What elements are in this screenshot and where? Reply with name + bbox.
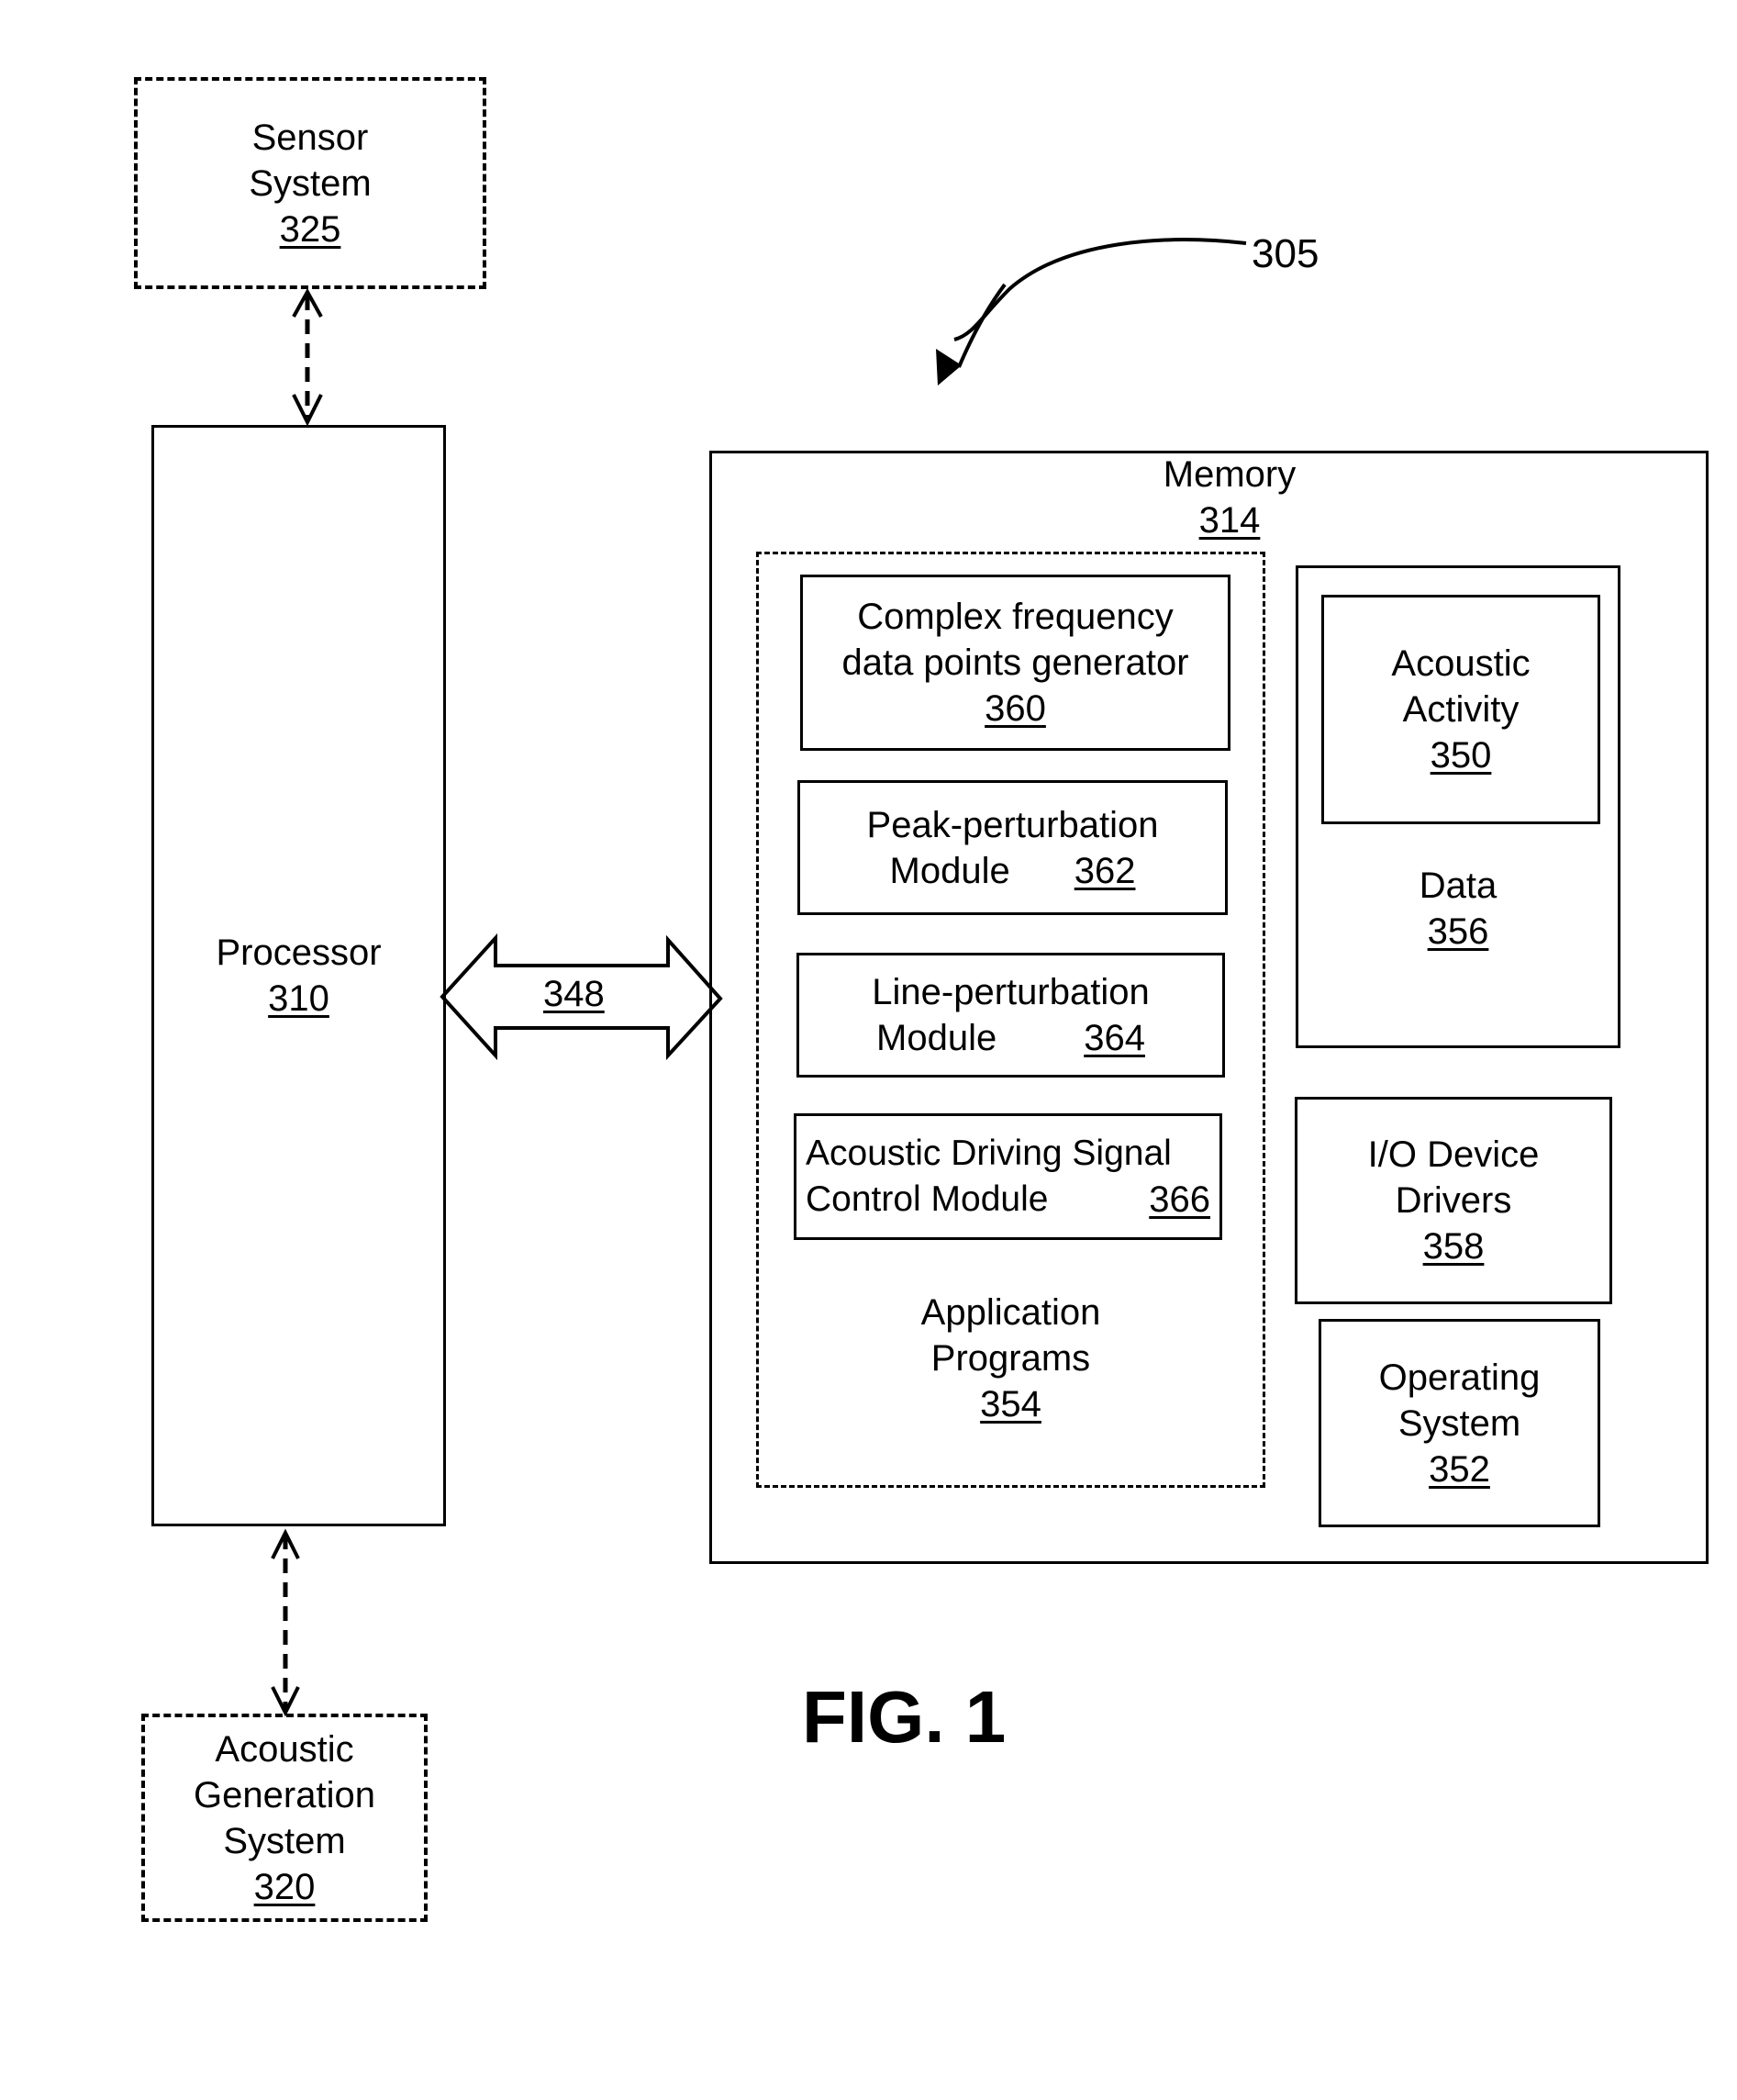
operating-system-block: Operating System 352 (1319, 1319, 1600, 1527)
acoustic-generation-ref: 320 (253, 1866, 316, 1907)
module-362-ref: 362 (1074, 850, 1136, 891)
processor-acoustic-generation-link (271, 1528, 300, 1717)
processor-block: Processor 310 (151, 425, 446, 1526)
application-programs-line2: Programs (930, 1338, 1091, 1379)
module-362-line1: Peak-perturbation (866, 804, 1159, 845)
module-364-ref: 364 (1084, 1018, 1145, 1058)
arrowhead-icon (936, 349, 962, 385)
acoustic-activity-line1: Acoustic (1391, 643, 1531, 684)
acoustic-activity-ref: 350 (1430, 735, 1492, 776)
sensor-system-ref: 325 (279, 208, 341, 250)
module-364-line1: Line-perturbation (872, 972, 1150, 1012)
module-360-ref: 360 (985, 688, 1046, 729)
sensor-system-block: Sensor System 325 (134, 77, 486, 289)
application-programs-title: Application Programs 354 (756, 1290, 1265, 1427)
module-366-line2: Control Module (806, 1179, 1049, 1219)
memory-title: Memory 314 (1138, 452, 1321, 543)
acoustic-activity-line2: Activity (1402, 689, 1520, 730)
sensor-system-line1: Sensor (251, 117, 369, 158)
sensor-system-line2: System (249, 162, 372, 204)
module-line-perturbation: Line-perturbation Module 364 (796, 953, 1225, 1078)
memory-label: Memory (1163, 454, 1297, 495)
acoustic-generation-system-block: Acoustic Generation System 320 (141, 1714, 428, 1922)
data-label: Data (1419, 866, 1498, 906)
module-acoustic-driving-signal-control: Acoustic Driving Signal Control Module 3… (794, 1113, 1222, 1240)
figure-caption: FIG. 1 (802, 1676, 1007, 1758)
io-device-drivers-block: I/O Device Drivers 358 (1295, 1097, 1612, 1304)
system-ref-label: 305 (1252, 231, 1319, 276)
acoustic-activity-block: Acoustic Activity 350 (1321, 595, 1600, 824)
bus-ref: 348 (543, 974, 605, 1014)
module-362-row: Module 362 (890, 848, 1136, 894)
module-362-line2: Module (889, 850, 1010, 891)
acoustic-generation-line2: Generation (194, 1774, 375, 1815)
module-complex-frequency-generator: Complex frequency data points generator … (800, 575, 1230, 751)
module-364-row: Module 364 (876, 1015, 1145, 1061)
module-peak-perturbation: Peak-perturbation Module 362 (797, 780, 1228, 915)
operating-system-line2: System (1397, 1402, 1521, 1444)
processor-ref: 310 (268, 978, 329, 1019)
module-366-ref: 366 (1149, 1179, 1210, 1220)
operating-system-ref: 352 (1429, 1448, 1490, 1490)
module-366-row: Control Module 366 (796, 1177, 1219, 1223)
module-364-line2: Module (876, 1018, 997, 1058)
module-366-line1: Acoustic Driving Signal (806, 1134, 1172, 1173)
processor-label: Processor (216, 933, 382, 973)
io-device-drivers-ref: 358 (1422, 1226, 1485, 1267)
acoustic-generation-line1: Acoustic (215, 1728, 354, 1770)
system-leader-arrow (953, 238, 1247, 341)
sensor-processor-link (292, 287, 323, 427)
application-programs-line1: Application (920, 1292, 1101, 1333)
operating-system-line1: Operating (1378, 1357, 1541, 1398)
io-device-drivers-line2: Drivers (1395, 1180, 1512, 1221)
io-device-drivers-line1: I/O Device (1367, 1134, 1540, 1175)
data-ref: 356 (1427, 911, 1489, 952)
module-360-line1: Complex frequency (857, 597, 1174, 637)
data-title: Data 356 (1296, 863, 1620, 955)
memory-ref: 314 (1198, 500, 1261, 541)
application-programs-ref: 354 (980, 1384, 1041, 1424)
module-360-line2: data points generator (841, 642, 1189, 683)
acoustic-generation-line3: System (223, 1820, 346, 1861)
